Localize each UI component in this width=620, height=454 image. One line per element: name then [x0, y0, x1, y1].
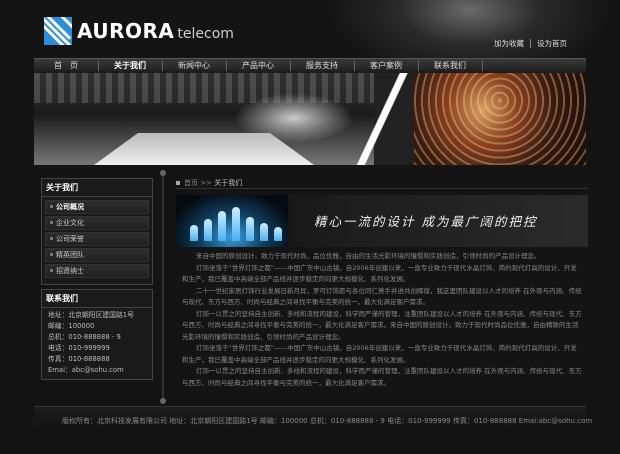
contact-postcode: 邮编：100000 [48, 322, 95, 330]
page: AURORA telecom 加为收藏 设为首页 首 页 关于我们 新闻中心 产… [0, 0, 620, 454]
main-content: 首页 >> 关于我们 精心一流的设计 成为最广阔的把控 来自中国的原创设计，致力… [176, 178, 588, 389]
paragraph: 灯饰一以贯之的坚持自主创新、多线和流程的建设，科学而严谨的管理，注重团队建设以人… [182, 367, 582, 387]
breadcrumb-current: 关于我们 [214, 179, 243, 187]
about-panel-title: 关于我们 [42, 179, 152, 197]
logo-sub: telecom [177, 26, 234, 42]
divider-scroll-track [162, 170, 164, 402]
sidebar: 关于我们 公司概况 企业文化 公司荣誉 精英团队 招贤纳士 联系我们 地址：北京… [41, 178, 153, 380]
breadcrumb-separator: >> [200, 179, 212, 187]
logo-name: AURORA [77, 19, 175, 43]
sidebar-item-jobs[interactable]: 招贤纳士 [45, 264, 149, 278]
nav-item-service[interactable]: 服务支持 [290, 59, 355, 73]
banner-image [34, 73, 586, 165]
contact-fax: 传真：010-888888 [48, 355, 110, 363]
contact-email: Emai：abc@sohu.com [48, 366, 124, 374]
feature-banner: 精心一流的设计 成为最广阔的把控 [176, 195, 588, 247]
about-body: 来自中国的原创设计，致力于现代时尚，品位优雅，自由的生活光影环境的憧憬和实践创造… [176, 247, 588, 389]
divider-top-dot [160, 170, 166, 176]
nav-item-cases[interactable]: 客户案例 [354, 59, 419, 73]
footer: 版权所有：北京科技发展有限公司 地址：北京朝阳区建国路1号 邮编：100000 … [34, 406, 592, 435]
sidebar-item-team[interactable]: 精英团队 [45, 248, 149, 262]
main-nav: 首 页 关于我们 新闻中心 产品中心 服务支持 客户案例 联系我们 [34, 58, 586, 74]
sidebar-item-overview[interactable]: 公司概况 [45, 200, 149, 214]
contact-phone: 电话：010-999999 [48, 344, 110, 352]
logo-mark-icon [44, 17, 72, 45]
paragraph: 来自中国的原创设计，致力于现代时尚，品位优雅，自由的生活光影环境的憧憬和实践创造… [196, 252, 541, 260]
about-panel: 关于我们 公司概况 企业文化 公司荣誉 精英团队 招贤纳士 [41, 178, 153, 285]
nav-item-about[interactable]: 关于我们 [98, 59, 163, 73]
breadcrumb: 首页 >> 关于我们 [176, 178, 588, 189]
feature-slogan: 精心一流的设计 成为最广阔的把控 [314, 214, 538, 229]
sidebar-item-culture[interactable]: 企业文化 [45, 216, 149, 230]
paragraph: 灯饰坐落于“世界灯饰之都”——中国广东中山古镇，自2006年创建以来，一直专业致… [182, 344, 577, 364]
header: AURORA telecom 加为收藏 设为首页 [0, 0, 620, 58]
banner-chandelier [414, 73, 586, 165]
nav-item-contact[interactable]: 联系我们 [418, 59, 483, 73]
contact-switchboard: 总机：010-888888 - 9 [48, 333, 121, 341]
set-homepage-link[interactable]: 设为首页 [531, 38, 573, 49]
paragraph: 灯饰坐落于“世界灯饰之都”——中国广东中山古镇，自2006年创建以来，一直专业致… [182, 263, 577, 284]
nav-item-home[interactable]: 首 页 [34, 59, 99, 73]
add-favorite-link[interactable]: 加为收藏 [488, 38, 530, 49]
footer-copyright: 版权所有：北京科技发展有限公司 地址：北京朝阳区建国路1号 邮编：100000 … [62, 417, 593, 425]
paragraph: 二十一世纪家居灯饰行业发展日新月异，罗可灯饰愿与各位同仁携手并进共创辉煌，我这里… [182, 286, 582, 307]
nav-item-news[interactable]: 新闻中心 [162, 59, 227, 73]
chess-pieces-image [176, 195, 288, 247]
paragraph: 灯饰一以贯之的坚持自主创新、多线和流程的建设，科学而严谨的管理，注重团队建设以人… [182, 309, 582, 341]
contact-address: 地址：北京朝阳区建国路1号 [48, 311, 134, 319]
breadcrumb-home[interactable]: 首页 [184, 179, 198, 187]
contact-panel-title: 联系我们 [42, 290, 152, 308]
divider-bottom-dot [160, 398, 166, 404]
nav-item-products[interactable]: 产品中心 [226, 59, 291, 73]
sidebar-item-honors[interactable]: 公司荣誉 [45, 232, 149, 246]
about-menu: 公司概况 企业文化 公司荣誉 精英团队 招贤纳士 [42, 197, 152, 284]
logo[interactable]: AURORA telecom [44, 17, 234, 45]
contact-panel: 联系我们 地址：北京朝阳区建国路1号 邮编：100000 总机：010-8888… [41, 289, 153, 380]
top-links: 加为收藏 设为首页 [488, 38, 573, 49]
